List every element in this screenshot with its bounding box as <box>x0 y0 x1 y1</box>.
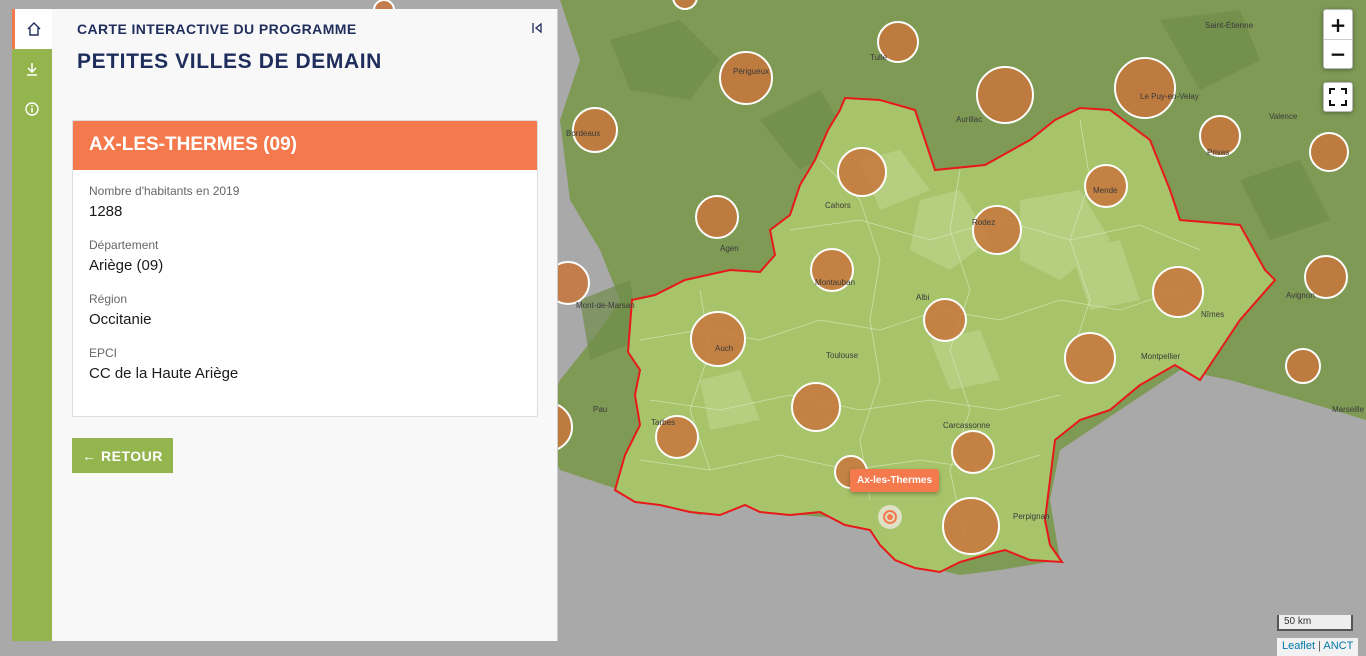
city-label: Carcassonne <box>943 421 991 430</box>
city-label: Bordeaux <box>566 129 600 138</box>
city-label: Albi <box>916 293 930 302</box>
city-label: Privas <box>1207 148 1229 157</box>
home-icon <box>27 22 40 36</box>
rail-download[interactable] <box>12 49 52 89</box>
commune-card: AX-LES-THERMES (09) Nombre d'habitants e… <box>72 120 538 417</box>
rail-info[interactable] <box>12 89 52 129</box>
map-circle[interactable] <box>951 430 995 474</box>
city-label: Rodez <box>972 218 995 227</box>
download-icon <box>27 63 37 76</box>
back-button[interactable]: ← RETOUR <box>72 438 173 473</box>
city-label: Marseille <box>1332 405 1365 414</box>
commune-details: Nombre d'habitants en 2019 1288 Départem… <box>73 170 537 414</box>
city-label: Valence <box>1269 112 1298 121</box>
anct-link[interactable]: ANCT <box>1323 640 1353 652</box>
map-circle[interactable] <box>1309 132 1349 172</box>
zoom-in-button[interactable]: + <box>1324 10 1352 39</box>
city-label: Cahors <box>825 201 851 210</box>
selected-marker[interactable] <box>878 505 902 529</box>
map-circle[interactable] <box>976 66 1034 124</box>
city-label: Mont-de-Marsan <box>576 301 635 310</box>
field-label: Région <box>89 292 128 306</box>
city-label: Tulle <box>870 53 888 62</box>
panel-subtitle: CARTE INTERACTIVE DU PROGRAMME <box>77 21 357 37</box>
population-value: 1288 <box>89 203 123 220</box>
population-field: Nombre d'habitants en 2019 1288 <box>89 184 521 220</box>
city-label: Le Puy-en-Velay <box>1140 92 1199 101</box>
commune-name: AX-LES-THERMES (09) <box>73 121 537 170</box>
map-circle[interactable] <box>942 497 1000 555</box>
city-label: Saint-Étienne <box>1205 21 1254 30</box>
map-circle[interactable] <box>923 298 967 342</box>
collapse-panel-button[interactable] <box>530 21 546 37</box>
city-label: Montpellier <box>1141 352 1180 361</box>
map-circle[interactable] <box>791 382 841 432</box>
side-panel: CARTE INTERACTIVE DU PROGRAMME PETITES V… <box>52 9 558 641</box>
commune-tooltip: Ax-les-Thermes <box>850 469 940 492</box>
city-label: Mende <box>1093 186 1118 195</box>
fullscreen-button[interactable] <box>1323 82 1353 112</box>
city-label: Nîmes <box>1201 310 1224 319</box>
field-label: Nombre d'habitants en 2019 <box>89 184 240 198</box>
map-circle[interactable] <box>1152 266 1204 318</box>
departement-value: Ariège (09) <box>89 257 164 274</box>
city-label: Toulouse <box>826 351 859 360</box>
map-circle[interactable] <box>690 311 746 367</box>
city-label: Pau <box>593 405 607 414</box>
epci-value: CC de la Haute Ariège <box>89 365 239 382</box>
field-label: Département <box>89 238 159 252</box>
map-circle[interactable] <box>695 195 739 239</box>
map-circle[interactable] <box>1285 348 1321 384</box>
sidebar-rail <box>12 9 52 641</box>
panel-title: PETITES VILLES DE DEMAIN <box>77 50 382 73</box>
region-field: Région Occitanie <box>89 292 521 328</box>
attribution: Leaflet | ANCT <box>1277 638 1359 656</box>
map-circle[interactable] <box>972 205 1022 255</box>
field-label: EPCI <box>89 346 118 360</box>
city-label: Auch <box>715 344 733 353</box>
collapse-icon <box>532 22 542 34</box>
fullscreen-icon <box>1329 88 1347 106</box>
city-label: Agen <box>720 244 739 253</box>
city-label: Périgueux <box>733 67 769 76</box>
zoom-control: + − <box>1323 9 1353 69</box>
epci-field: EPCI CC de la Haute Ariège <box>89 346 521 382</box>
map-circle[interactable] <box>1114 57 1176 119</box>
city-label: Avignon <box>1286 291 1315 300</box>
city-label: Tarbes <box>651 418 675 427</box>
city-label: Aurillac <box>956 115 982 124</box>
scale-bar: 50 km <box>1277 615 1353 631</box>
map-circle[interactable] <box>719 51 773 105</box>
leaflet-link[interactable]: Leaflet <box>1282 640 1315 652</box>
info-icon <box>25 102 39 116</box>
city-label: Perpignan <box>1013 512 1049 521</box>
rail-home[interactable] <box>12 9 52 49</box>
map-circle[interactable] <box>837 147 887 197</box>
departement-field: Département Ariège (09) <box>89 238 521 274</box>
city-label: Montauban <box>815 278 855 287</box>
region-value: Occitanie <box>89 311 152 328</box>
zoom-out-button[interactable]: − <box>1324 39 1352 68</box>
map-circle[interactable] <box>1064 332 1116 384</box>
